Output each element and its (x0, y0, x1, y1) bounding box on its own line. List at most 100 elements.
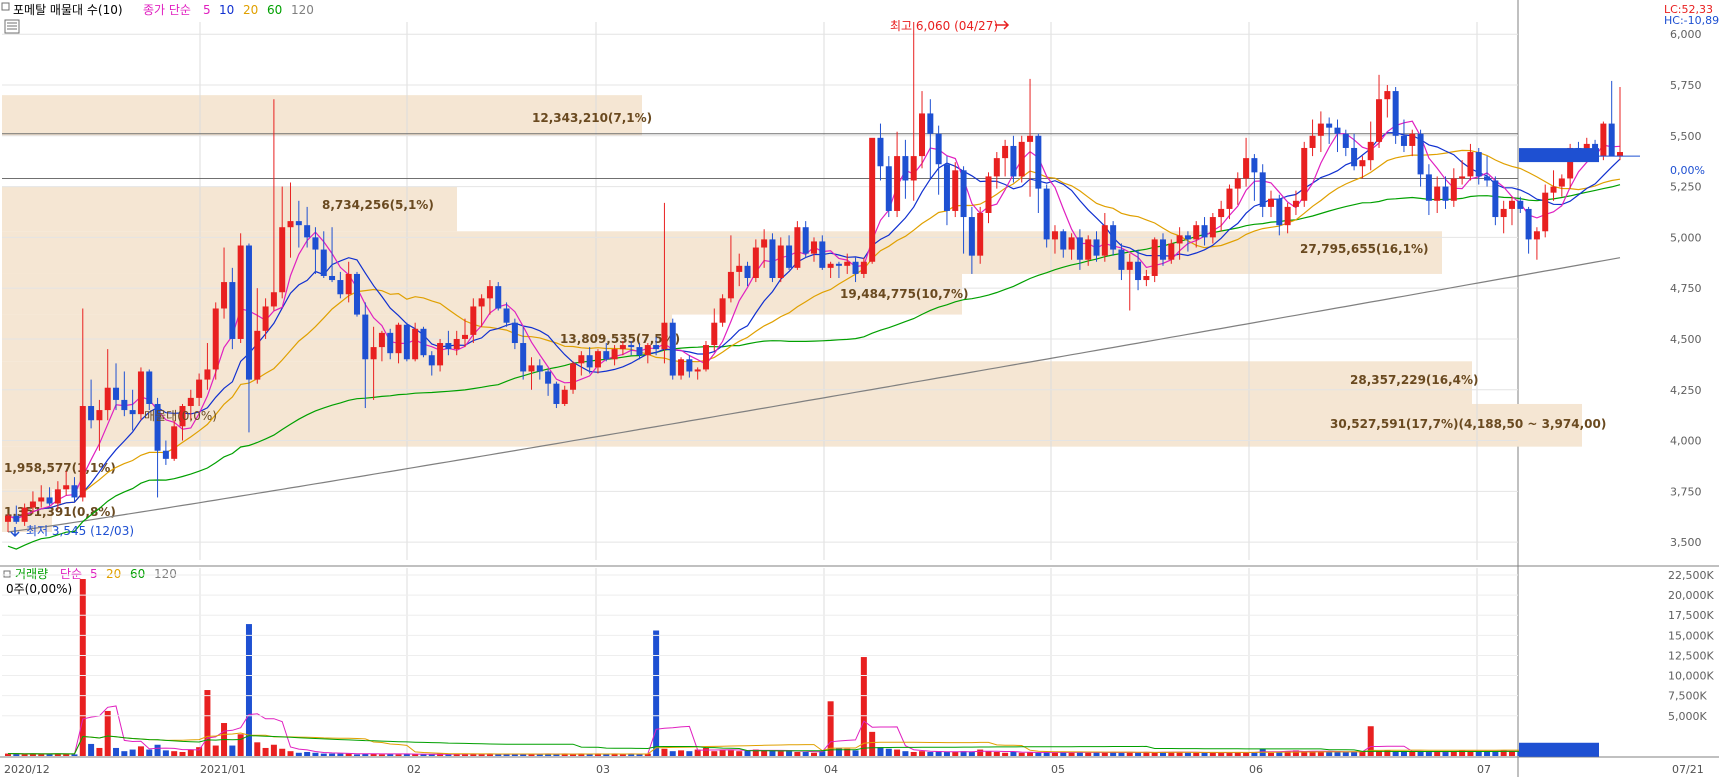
candle-body (96, 410, 103, 421)
volume-profile-label: 27,795,655(16,1%) (1300, 242, 1429, 256)
candle-body (786, 245, 793, 268)
candle-body (628, 345, 635, 348)
volume-bar (661, 748, 668, 756)
volume-bar (462, 754, 469, 756)
candle-body (1218, 208, 1225, 218)
candle-body (88, 406, 95, 421)
candle-body (736, 265, 743, 272)
candle-body (1442, 186, 1449, 201)
volume-bar (1135, 752, 1142, 756)
volume-profile-label: 8,734,256(5,1%) (322, 198, 434, 212)
candle-body (478, 298, 485, 307)
volume-bar (395, 754, 402, 756)
stock-chart[interactable]: 12,343,210(7,1%) 8,734,256(5,1%) 27,795,65… (0, 0, 1719, 777)
candle-body (1010, 145, 1017, 177)
volume-bar (736, 751, 743, 756)
volume-bar (1101, 752, 1108, 756)
volume-bar (378, 754, 385, 756)
candle-body (885, 166, 892, 211)
volume-bar (1326, 751, 1333, 756)
candle-body (819, 241, 826, 268)
volume-ma-period-label: 60 (130, 567, 145, 581)
candle-body (802, 227, 809, 254)
volume-bar (1226, 752, 1233, 756)
volume-bar (553, 754, 560, 756)
volume-profile-label: 12,343,210(7,1%) (532, 111, 652, 125)
volume-bar (653, 630, 660, 756)
volume-bar (503, 754, 510, 756)
candle-body (1400, 135, 1407, 146)
candle-body (1459, 176, 1466, 179)
hc-readout: HC:-10,89 (1664, 14, 1719, 27)
candle-body (171, 426, 178, 459)
candle-body (1292, 200, 1299, 207)
candle-body (403, 324, 410, 360)
collapse-icon[interactable] (1, 2, 10, 11)
candle-body (13, 515, 20, 522)
date-tick-label: 07/21 (1672, 763, 1704, 776)
volume-bar (353, 754, 360, 756)
candle-body (844, 261, 851, 266)
volume-bar (943, 751, 950, 756)
candle-body (528, 365, 535, 372)
candle-body (187, 397, 194, 407)
volume-bar (1068, 752, 1075, 756)
candle-body (295, 221, 302, 226)
candle-body (345, 273, 352, 295)
indicator-title[interactable]: 포메탈 매물대 수(10) (13, 3, 123, 17)
candle-body (1334, 127, 1341, 134)
volume-bar (179, 751, 186, 756)
volume-bar (187, 749, 194, 756)
volume-ma-label: 단순 (60, 567, 82, 581)
volume-current-value: 0 (1670, 744, 1677, 757)
candle-body (1093, 239, 1100, 256)
volume-bar (412, 754, 419, 756)
candle-body (1201, 225, 1208, 238)
volume-bar (1425, 751, 1432, 756)
candle-body (79, 406, 86, 498)
candle-body (503, 308, 510, 323)
candle-body (71, 485, 78, 498)
candle-body (1484, 176, 1491, 181)
volume-bar (320, 753, 327, 756)
candle-body (38, 497, 45, 502)
candle-body (453, 338, 460, 350)
volume-bar (952, 751, 959, 756)
candle-body (1060, 231, 1067, 250)
volume-bar (1218, 752, 1225, 756)
candle-body (470, 306, 477, 335)
ma-period-label: 5 (203, 3, 211, 17)
low-annotation: 최저 3,545 (12/03) (26, 524, 134, 538)
volume-bar (669, 751, 676, 756)
candle-body (1525, 208, 1532, 240)
candle-body (129, 410, 136, 415)
volume-bar (1201, 752, 1208, 756)
date-tick-label: 05 (1051, 763, 1065, 776)
volume-bar (919, 751, 926, 756)
candle-body (619, 345, 626, 350)
candle-body (711, 322, 718, 346)
candle-body (919, 113, 926, 157)
candle-body (262, 306, 269, 331)
candle-body (196, 379, 203, 398)
price-tick-label: 4,500 (1670, 333, 1702, 346)
volume-bar (229, 745, 236, 756)
candle-body (1043, 188, 1050, 240)
candle-body (794, 227, 801, 268)
candle-body (1276, 198, 1283, 226)
price-tick-label: 3,500 (1670, 536, 1702, 549)
volume-collapse-icon[interactable] (3, 570, 11, 578)
date-tick-label: 04 (824, 763, 838, 776)
candle-body (603, 351, 610, 360)
candle-body (387, 332, 394, 354)
volume-bar (237, 734, 244, 756)
volume-bar (777, 751, 784, 756)
candle-body (968, 217, 975, 256)
volume-bar (811, 752, 817, 756)
candle-body (495, 286, 502, 309)
candle-body (1168, 243, 1175, 260)
candle-body (320, 249, 327, 276)
candle-body (212, 308, 219, 370)
candle-body (428, 355, 435, 366)
volume-title[interactable]: 거래량 (15, 567, 48, 581)
